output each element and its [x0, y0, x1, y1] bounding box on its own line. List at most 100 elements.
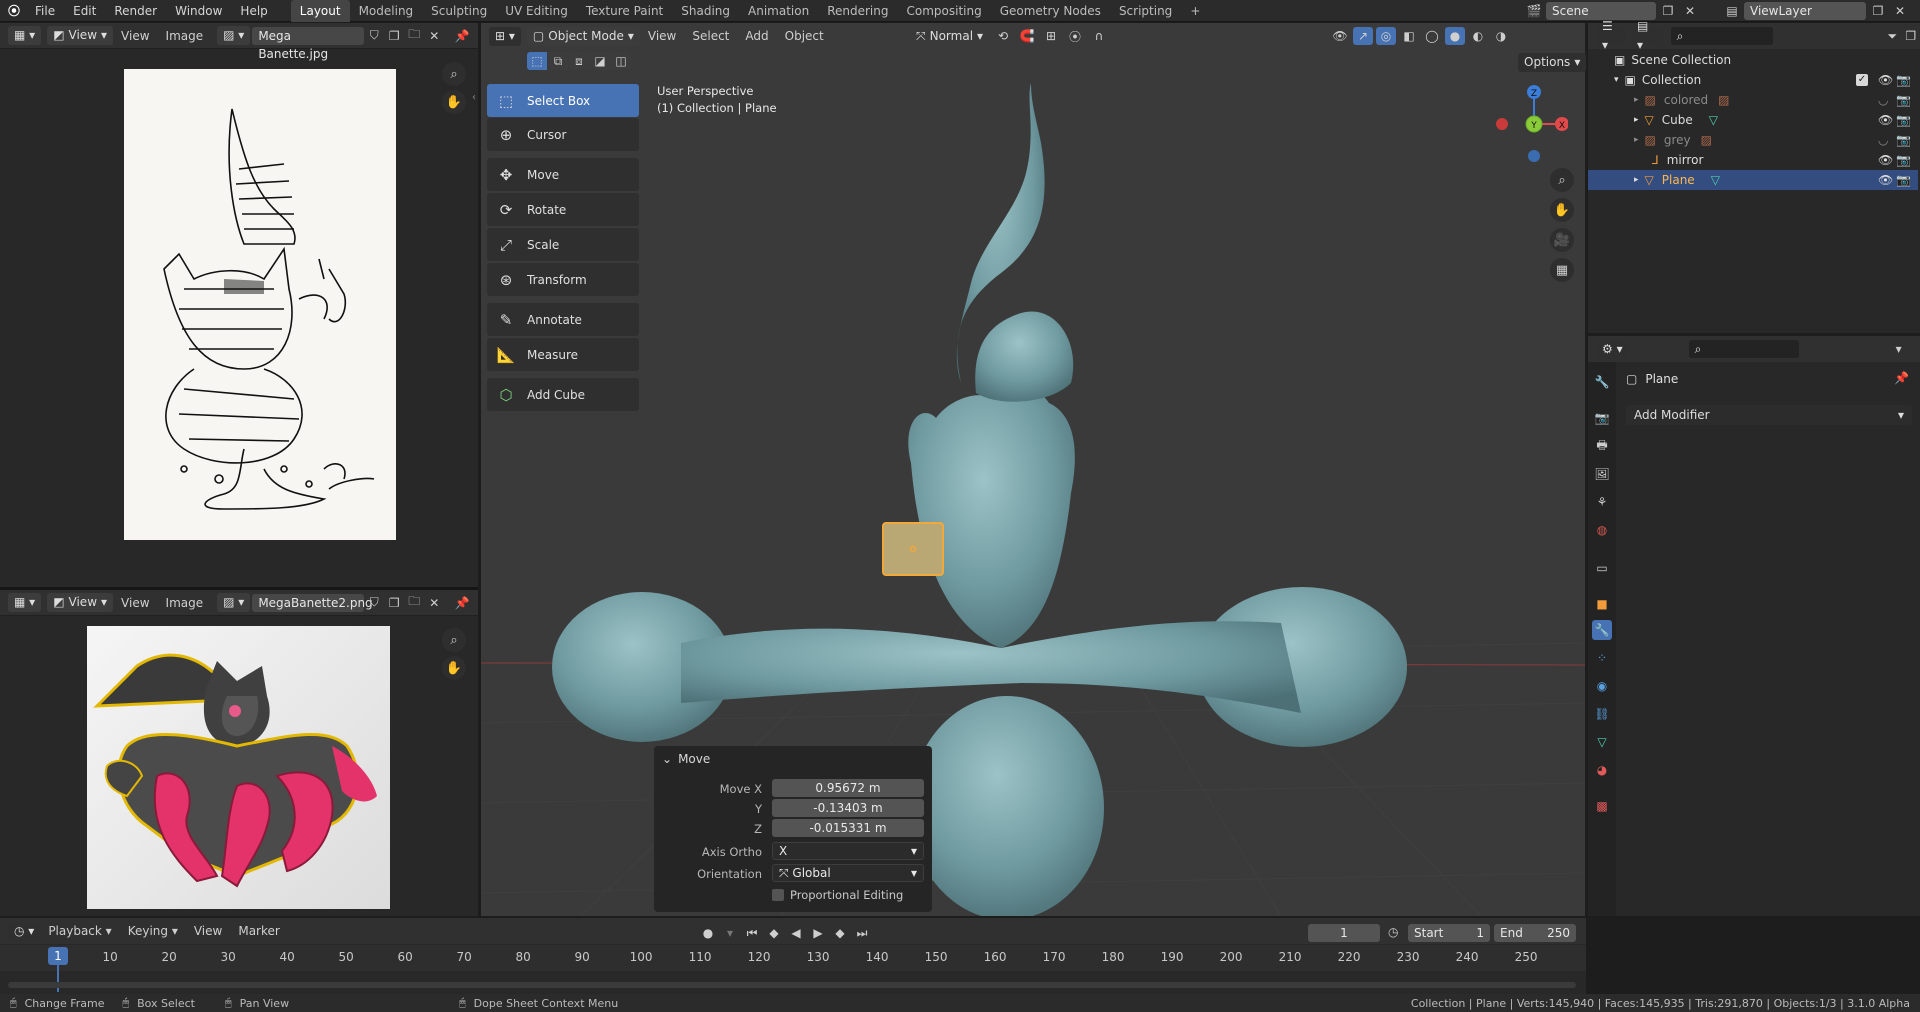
camera-view-icon[interactable]: 🎥	[1550, 228, 1574, 252]
hand-pan-icon[interactable]: ✋	[442, 90, 466, 114]
menu-file[interactable]: File	[26, 0, 64, 22]
image-name-field[interactable]: MegaBanette2.png	[252, 593, 373, 612]
workspace-tab-sculpting[interactable]: Sculpting	[422, 0, 496, 22]
unlink-image-icon[interactable]: ✕	[424, 27, 444, 45]
menu-marker[interactable]: Marker	[230, 924, 287, 938]
jump-start-icon[interactable]: ⏮	[742, 924, 762, 942]
timeline-scrollbar[interactable]	[8, 982, 1576, 988]
options-dropdown[interactable]: Options ▾	[1518, 53, 1587, 72]
solid-shading-icon[interactable]: ●	[1445, 27, 1465, 45]
view-layer-tab-icon[interactable]: 🖼	[1592, 464, 1612, 484]
xray-icon[interactable]: ◧	[1399, 27, 1419, 45]
menu-view[interactable]: View	[640, 29, 684, 43]
play-reverse-icon[interactable]: ◀	[786, 924, 806, 942]
select-invert-icon[interactable]: ◪	[590, 52, 610, 70]
camera-icon[interactable]: 📷	[1896, 93, 1911, 107]
workspace-tab-shading[interactable]: Shading	[672, 0, 739, 22]
menu-view[interactable]: View	[113, 29, 157, 43]
workspace-tab-animation[interactable]: Animation	[739, 0, 818, 22]
tool-add-cube[interactable]: ⬡ Add Cube	[487, 378, 639, 411]
play-icon[interactable]: ▶	[808, 924, 828, 942]
pin-icon[interactable]: 📌	[1894, 371, 1909, 385]
add-workspace-button[interactable]: +	[1181, 0, 1209, 22]
texture-tab-icon[interactable]: ▩	[1592, 796, 1612, 816]
eye-icon[interactable]: 👁	[1878, 153, 1893, 167]
tool-scale[interactable]: ⤢ Scale	[487, 228, 639, 261]
properties-search-input[interactable]: ⌕	[1688, 340, 1799, 358]
modifier-tab-icon[interactable]: 🔧	[1592, 620, 1612, 640]
editor-type-button[interactable]: ☰ ▾	[1596, 19, 1628, 52]
new-collection-icon[interactable]: ❐	[1902, 27, 1920, 45]
collection-tab-icon[interactable]: ▭	[1592, 558, 1612, 578]
particles-tab-icon[interactable]: ⁘	[1592, 648, 1612, 668]
current-frame-field[interactable]: 1	[1308, 924, 1380, 942]
menu-help[interactable]: Help	[231, 0, 276, 22]
clock-icon[interactable]: ◷	[1388, 925, 1398, 939]
menu-image[interactable]: Image	[158, 596, 212, 610]
workspace-tab-compositing[interactable]: Compositing	[897, 0, 990, 22]
menu-render[interactable]: Render	[105, 0, 166, 22]
prev-keyframe-icon[interactable]: ◆	[764, 924, 784, 942]
new-image-icon[interactable]: ❐	[384, 594, 404, 612]
editor-type-button[interactable]: ⚙ ▾	[1596, 339, 1629, 359]
editor-type-button[interactable]: ▦ ▾	[8, 26, 42, 45]
camera-icon[interactable]: 📷	[1896, 133, 1911, 147]
eye-icon[interactable]: 👁	[1878, 113, 1893, 127]
mode-dropdown[interactable]: ▢ Object Mode ▾	[526, 26, 640, 46]
record-icon[interactable]: ●	[698, 924, 718, 942]
next-keyframe-icon[interactable]: ◆	[830, 924, 850, 942]
new-scene-icon[interactable]: ❐	[1658, 2, 1678, 20]
select-intersect-icon[interactable]: ◫	[611, 52, 631, 70]
menu-window[interactable]: Window	[166, 0, 231, 22]
tool-move[interactable]: ✥ Move	[487, 158, 639, 191]
constraints-tab-icon[interactable]: ⛓	[1592, 704, 1612, 724]
pivot-icon[interactable]: ⟲	[993, 27, 1013, 45]
material-tab-icon[interactable]: ◕	[1592, 760, 1612, 780]
remove-viewlayer-icon[interactable]: ✕	[1890, 2, 1910, 20]
object-tab-icon[interactable]: ■	[1592, 594, 1612, 614]
orientation-dropdown[interactable]: ⤧ Normal ▾	[910, 27, 989, 46]
outliner-row-grey[interactable]: ▸ ▨ grey ▨ ◡ 📷	[1588, 130, 1918, 150]
view-mode-dropdown[interactable]: ◩ View ▾	[47, 593, 114, 612]
tool-annotate[interactable]: ✎ Annotate	[487, 303, 639, 336]
render-tab-icon[interactable]: 📷	[1592, 408, 1612, 428]
workspace-tab-layout[interactable]: Layout	[290, 0, 350, 22]
visibility-icon[interactable]: 👁	[1330, 27, 1350, 45]
zoom-icon[interactable]: ⌕	[442, 62, 466, 86]
record-options-icon[interactable]: ▾	[720, 924, 740, 942]
outliner-row-plane[interactable]: ▸ ▽ Plane ▽ 👁 📷	[1588, 170, 1918, 190]
new-image-icon[interactable]: ❐	[384, 27, 404, 45]
expand-arrow-icon[interactable]: ▸	[1634, 115, 1639, 125]
viewlayer-icon[interactable]: ▤	[1722, 2, 1742, 20]
collection-checkbox[interactable]: ✓	[1856, 74, 1868, 86]
output-tab-icon[interactable]: 🖶	[1592, 436, 1612, 456]
menu-add[interactable]: Add	[737, 29, 776, 43]
proportional-icon[interactable]: ⦿	[1065, 27, 1085, 45]
image-browse-button[interactable]: ▨ ▾	[217, 26, 251, 45]
sidebar-toggle-icon[interactable]: ‹	[472, 92, 476, 103]
outliner-row-colored[interactable]: ▸ ▨ colored ▨ ◡ 📷	[1588, 90, 1918, 110]
workspace-tab-scripting[interactable]: Scripting	[1110, 0, 1181, 22]
menu-view[interactable]: View	[186, 924, 230, 938]
expand-arrow-icon[interactable]: ▸	[1634, 135, 1639, 145]
select-new-icon[interactable]: ⬚	[527, 52, 547, 70]
pin-icon[interactable]: 📌	[452, 27, 472, 45]
options-chevron-icon[interactable]: ▾	[1889, 340, 1909, 358]
workspace-tab-modeling[interactable]: Modeling	[350, 0, 423, 22]
data-tab-icon[interactable]: ▽	[1592, 732, 1612, 752]
eye-icon[interactable]: 👁	[1878, 173, 1893, 187]
zoom-icon[interactable]: ⌕	[1550, 168, 1574, 192]
rendered-shading-icon[interactable]: ◑	[1491, 27, 1511, 45]
editor-type-button[interactable]: ◷ ▾	[8, 921, 41, 941]
start-frame-field[interactable]: Start 1	[1408, 924, 1490, 942]
orientation-dropdown[interactable]: ⤧ Global ▾	[772, 864, 924, 882]
menu-playback[interactable]: Playback ▾	[40, 924, 119, 938]
camera-icon[interactable]: 📷	[1896, 73, 1911, 87]
3d-viewport[interactable]	[481, 23, 1585, 916]
navigation-gizmo[interactable]: Z Y X	[1488, 84, 1569, 164]
move-z-field[interactable]: -0.015331 m	[772, 819, 924, 837]
outliner-row-mirror[interactable]: ⅃ mirror 👁 📷	[1588, 150, 1918, 170]
hand-pan-icon[interactable]: ✋	[1550, 198, 1574, 222]
display-mode-button[interactable]: ▤ ▾	[1631, 19, 1663, 52]
blender-logo-icon[interactable]: ⦿	[0, 0, 26, 22]
